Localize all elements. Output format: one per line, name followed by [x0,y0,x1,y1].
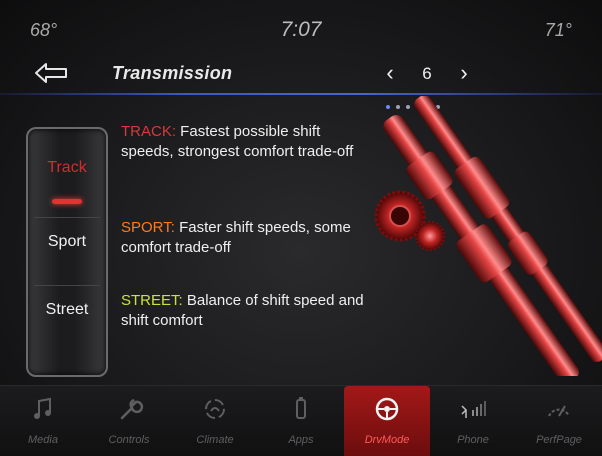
sport-description: SPORT: Faster shift speeds, some comfort… [121,218,371,258]
nav-controls-label: Controls [108,434,150,446]
selected-indicator [52,199,82,204]
status-bar: 68° 7:07 71° [0,0,602,52]
wrench-icon [120,398,144,420]
nav-phone-label: Phone [457,434,489,446]
street-key: STREET: [121,292,183,309]
outside-temp-right: 71° [544,20,572,40]
page-title: Transmission [112,63,233,83]
phone-signal-icon [461,401,486,418]
nav-phone[interactable]: Phone [430,386,516,456]
bottom-nav-bar: Media Controls Climate Apps DrvMode Phon… [0,385,602,456]
page-pager: ‹ 6 › [372,60,482,86]
sport-key: SPORT: [121,219,175,236]
selector-divider [34,285,100,286]
header-divider [0,93,602,95]
transmission-mode-selector: Track Sport Street [26,127,108,377]
climate-icon [205,399,225,419]
nav-controls[interactable]: Controls [86,386,172,456]
page-number: 6 [422,64,432,83]
nav-drvmode[interactable]: DrvMode [344,386,430,456]
nav-media-label: Media [28,434,58,446]
mode-track-button[interactable]: Track [28,159,106,177]
next-page-button[interactable]: › [452,60,476,86]
prev-page-button[interactable]: ‹ [378,60,402,86]
transmission-gears-image [370,95,602,384]
gauge-icon [548,405,570,417]
nav-drvmode-label: DrvMode [364,434,410,446]
nav-climate-label: Climate [196,434,234,446]
selector-divider [34,217,100,218]
nav-apps[interactable]: Apps [258,386,344,456]
steering-wheel-icon [375,397,399,421]
back-button[interactable] [32,60,72,86]
nav-media[interactable]: Media [0,386,86,456]
nav-apps-label: Apps [288,434,314,446]
mode-sport-button[interactable]: Sport [28,233,106,251]
uconnect-screen: 68° 7:07 71° Transmission ‹ 6 › Track Sp… [0,0,602,456]
nav-perfpage-label: PerfPage [536,434,582,446]
page-header: Transmission ‹ 6 › [0,52,602,94]
track-key: TRACK: [121,123,177,140]
clock: 7:07 [280,18,322,41]
apps-icon [296,397,306,419]
street-description: STREET: Balance of shift speed and shift… [121,291,371,331]
mode-street-button[interactable]: Street [28,301,106,319]
nav-perfpage[interactable]: PerfPage [516,386,602,456]
back-arrow-icon [35,63,67,83]
nav-climate[interactable]: Climate [172,386,258,456]
track-description: TRACK: Fastest possible shift speeds, st… [121,122,371,162]
music-note-icon [34,397,51,419]
